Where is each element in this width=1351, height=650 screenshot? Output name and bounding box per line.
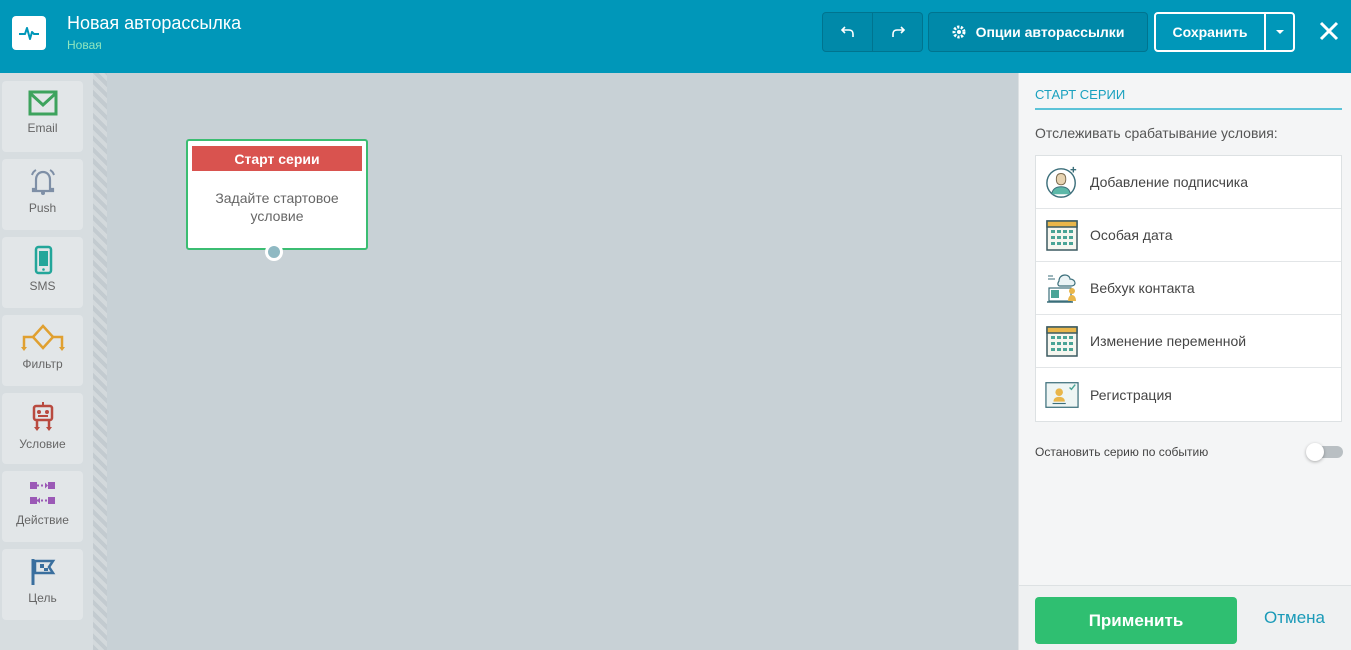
calendar-icon <box>1046 220 1078 251</box>
app-header: Новая авторассылка Новая Опции авторассы… <box>0 0 1351 73</box>
campaign-options-label: Опции авторассылки <box>975 24 1125 40</box>
condition-registration[interactable]: Регистрация <box>1036 368 1341 421</box>
add-subscriber-icon <box>1046 166 1077 198</box>
block-toolbar: Email Push SMS Фильтр Условие Действие Ц… <box>0 73 93 650</box>
tool-goal-label: Цель <box>28 591 57 605</box>
cancel-button[interactable]: Отмена <box>1264 608 1325 628</box>
action-icon <box>29 482 55 504</box>
condition-list: Добавление подписчика Особая дата Вебхук… <box>1035 155 1342 422</box>
tool-push-label: Push <box>28 201 57 215</box>
tool-action[interactable]: Действие <box>2 471 83 542</box>
tool-condition-label: Условие <box>19 437 66 451</box>
tool-action-label: Действие <box>16 513 69 527</box>
close-icon <box>1319 21 1339 41</box>
pulse-icon <box>19 27 39 40</box>
filter-icon <box>20 324 65 351</box>
tool-filter-label: Фильтр <box>22 357 63 371</box>
tool-email[interactable]: Email <box>2 81 83 152</box>
tool-sms-label: SMS <box>29 279 56 293</box>
undo-icon <box>840 26 854 37</box>
webhook-icon <box>1047 274 1076 303</box>
caret-down-icon <box>1275 30 1284 34</box>
bell-icon <box>30 169 55 195</box>
tool-goal[interactable]: Цель <box>2 549 83 620</box>
calendar-icon <box>1046 326 1078 357</box>
redo-button[interactable] <box>872 12 923 52</box>
envelope-icon <box>28 90 57 116</box>
condition-contact-webhook[interactable]: Вебхук контакта <box>1036 262 1341 315</box>
registration-icon <box>1045 381 1079 408</box>
gear-icon <box>952 25 966 39</box>
toolbar-divider <box>93 73 107 650</box>
phone-icon <box>34 245 52 275</box>
save-dropdown-button[interactable] <box>1264 12 1295 52</box>
app-logo[interactable] <box>12 16 46 50</box>
condition-label: Добавление подписчика <box>1090 174 1249 190</box>
condition-variable-change[interactable]: Изменение переменной <box>1036 315 1341 368</box>
redo-icon <box>891 26 905 37</box>
node-output-port[interactable] <box>265 243 283 261</box>
status-badge: Новая <box>67 38 102 52</box>
tool-email-label: Email <box>27 121 58 135</box>
node-body-text: Задайте стартовое условие <box>215 190 339 224</box>
panel-footer: Применить Отмена <box>1019 585 1351 650</box>
node-title: Старт серии <box>192 146 362 171</box>
apply-button[interactable]: Применить <box>1035 597 1237 644</box>
panel-title: СТАРТ СЕРИИ <box>1035 87 1126 102</box>
robot-icon <box>32 402 53 431</box>
condition-add-subscriber[interactable]: Добавление подписчика <box>1036 156 1341 209</box>
condition-label: Особая дата <box>1090 227 1173 243</box>
undo-button[interactable] <box>822 12 873 52</box>
toggle-knob <box>1306 443 1324 461</box>
save-button[interactable]: Сохранить <box>1154 12 1266 52</box>
stop-series-label: Остановить серию по событию <box>1035 445 1209 459</box>
close-button[interactable] <box>1314 16 1344 46</box>
flag-icon <box>31 559 55 585</box>
tool-push[interactable]: Push <box>2 159 83 230</box>
page-title: Новая авторассылка <box>67 13 242 33</box>
condition-label: Вебхук контакта <box>1090 280 1195 296</box>
tool-filter[interactable]: Фильтр <box>2 315 83 386</box>
stop-series-toggle[interactable] <box>1306 443 1343 461</box>
settings-panel: СТАРТ СЕРИИ Отслеживать срабатывание усл… <box>1018 73 1351 650</box>
condition-special-date[interactable]: Особая дата <box>1036 209 1341 262</box>
tool-condition[interactable]: Условие <box>2 393 83 464</box>
panel-title-underline <box>1035 108 1342 110</box>
condition-label: Регистрация <box>1090 386 1172 403</box>
panel-caption: Отслеживать срабатывание условия: <box>1035 125 1278 141</box>
start-series-node[interactable]: Старт серии Задайте стартовое условие <box>186 139 368 261</box>
condition-label: Изменение переменной <box>1090 333 1247 349</box>
campaign-options-button[interactable]: Опции авторассылки <box>928 12 1148 52</box>
tool-sms[interactable]: SMS <box>2 237 83 308</box>
